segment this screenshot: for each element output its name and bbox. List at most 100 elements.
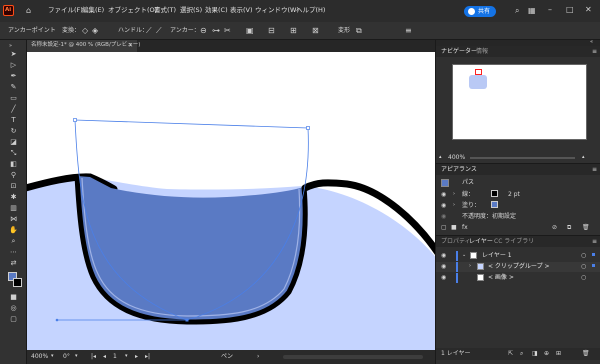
workspace-icon[interactable]: ▦ — [528, 7, 536, 15]
close-tab-icon[interactable]: ✕ — [128, 42, 133, 49]
handle-point[interactable] — [55, 318, 59, 322]
stroke-swatch[interactable] — [491, 190, 498, 197]
convert-smooth-icon[interactable]: ◈ — [92, 27, 98, 35]
clear-appearance-icon[interactable]: ⊘ — [552, 224, 557, 231]
duplicate-icon[interactable]: ⧉ — [567, 224, 571, 232]
menu-view[interactable]: 表示(V) — [230, 7, 253, 14]
eyedropper-tool-icon[interactable]: ⚲ — [9, 171, 18, 180]
export-icon[interactable]: ⇱ — [508, 350, 513, 357]
panel-menu-icon[interactable]: ≡ — [592, 166, 597, 173]
home-icon[interactable]: ⌂ — [26, 7, 31, 15]
zoom-out-icon[interactable]: ▴ — [439, 154, 442, 160]
zoom-level[interactable]: 400% — [31, 354, 48, 360]
transform-icon[interactable]: ⧉ — [356, 27, 362, 35]
zoom-in-icon[interactable]: ▴ — [582, 154, 585, 160]
scale-tool-icon[interactable]: ⤡ — [9, 149, 18, 158]
menu-window[interactable]: ウィンドウ(W) — [255, 7, 299, 14]
eye-icon[interactable]: ◉ — [441, 202, 446, 209]
menu-type[interactable]: 書式(T) — [154, 7, 176, 14]
isolate-icon[interactable]: ▣ — [246, 27, 254, 35]
align-icon[interactable]: ⊟ — [268, 27, 275, 35]
tab-navigator[interactable]: ナビゲーター — [441, 49, 477, 55]
appearance-title[interactable]: アピアランス — [441, 167, 477, 173]
navigator-view-box[interactable] — [475, 69, 482, 75]
page-number[interactable]: 1 — [113, 354, 117, 360]
first-page-icon[interactable]: |◂ — [91, 353, 96, 360]
new-layer-icon[interactable]: ⊞ — [556, 350, 561, 357]
tab-info[interactable]: 情報 — [476, 49, 488, 55]
distribute-icon[interactable]: ⊠ — [312, 27, 319, 35]
eye-icon[interactable]: ◉ — [441, 263, 446, 270]
document-tab[interactable]: 名称未設定-1* @ 400 % (RGB/プレビュー) ✕ — [27, 40, 140, 52]
menu-file[interactable]: ファイル(F) — [48, 7, 83, 14]
menu-object[interactable]: オブジェクト(O) — [108, 7, 157, 14]
rotate-tool-icon[interactable]: ↻ — [9, 127, 18, 136]
eye-icon[interactable]: ◉ — [441, 252, 446, 259]
new-sublayer-icon[interactable]: ⊕ — [544, 350, 549, 357]
draw-mode-icon[interactable]: ◎ — [9, 304, 18, 313]
gradient-tool-icon[interactable]: ◧ — [9, 160, 18, 169]
swap-colors-icon[interactable]: ⇄ — [9, 259, 18, 268]
remove-anchor-icon[interactable]: ⊖ — [200, 27, 207, 35]
chevron-down-icon[interactable]: ▾ — [75, 353, 78, 359]
artboard-tool-icon[interactable]: ⊡ — [9, 182, 18, 191]
hide-handles-icon[interactable]: ⟋ — [156, 27, 162, 35]
panel-menu-icon[interactable]: ≡ — [405, 27, 412, 35]
zoom-slider[interactable] — [470, 157, 575, 159]
anchor-point[interactable] — [306, 126, 310, 130]
tab-cc-libraries[interactable]: CC ライブラリ — [494, 239, 534, 245]
selection-tool-icon[interactable]: ➤ — [9, 50, 18, 59]
stroke-color-swatch[interactable] — [13, 278, 22, 287]
menu-effect[interactable]: 効果(C) — [205, 7, 228, 14]
trash-icon[interactable]: 🗑 — [582, 350, 590, 357]
trash-icon[interactable]: 🗑 — [582, 224, 590, 231]
line-tool-icon[interactable]: ╱ — [9, 105, 18, 114]
fill-add-icon[interactable]: ■ — [451, 224, 457, 231]
convert-corner-icon[interactable]: ◇ — [82, 27, 88, 35]
target-icon[interactable]: ○ — [581, 274, 586, 281]
anchor-point-selected[interactable] — [185, 318, 189, 322]
next-page-icon[interactable]: ▸ — [135, 353, 138, 360]
stroke-weight[interactable]: 2 pt — [508, 192, 520, 198]
collapse-icon[interactable]: » — [9, 42, 12, 50]
close-icon[interactable]: ✕ — [585, 6, 592, 14]
navigator-zoom[interactable]: 400% — [448, 155, 465, 161]
menu-select[interactable]: 選択(S) — [180, 7, 202, 14]
panel-menu-icon[interactable]: ≡ — [592, 48, 597, 55]
target-icon[interactable]: ○ — [581, 263, 586, 270]
horizontal-scrollbar[interactable] — [283, 355, 423, 359]
fx-icon[interactable]: fx — [462, 224, 468, 231]
canvas-area[interactable] — [27, 52, 435, 350]
zoom-tool-icon[interactable]: ⌕ — [9, 237, 18, 246]
transform-label[interactable]: 変形 — [338, 28, 350, 34]
eye-icon[interactable]: ◉ — [441, 274, 446, 281]
last-page-icon[interactable]: ▸| — [145, 353, 150, 360]
fill-swatch[interactable] — [491, 201, 498, 208]
width-tool-icon[interactable]: ⋈ — [9, 215, 18, 224]
opacity-value[interactable]: 初期設定 — [492, 214, 516, 220]
menu-help[interactable]: ヘルプ(H) — [296, 7, 325, 14]
rectangle-tool-icon[interactable]: ▭ — [9, 94, 18, 103]
prev-page-icon[interactable]: ◂ — [103, 353, 106, 360]
expand-arrow-icon[interactable]: › — [453, 202, 455, 208]
show-handles-icon[interactable]: ⟋ — [146, 27, 152, 35]
eraser-tool-icon[interactable]: ◪ — [9, 138, 18, 147]
color-mode-icon[interactable]: ■ — [9, 293, 18, 302]
chevron-right-icon[interactable]: › — [469, 263, 471, 269]
layer-row[interactable]: ◉ ⌄ レイヤー 1 ○ — [436, 251, 600, 261]
share-button[interactable]: 共有 — [464, 6, 496, 17]
type-tool-icon[interactable]: T — [9, 116, 18, 125]
target-icon[interactable]: ○ — [581, 252, 586, 259]
connect-anchor-icon[interactable]: ⊶ — [212, 27, 220, 35]
locate-object-icon[interactable]: ⌕ — [520, 350, 523, 358]
layer-row[interactable]: ◉ < 画像 > ○ — [436, 273, 600, 283]
chevron-down-icon[interactable]: ▾ — [51, 353, 54, 359]
edit-toolbar-icon[interactable]: ⋯ — [9, 248, 18, 257]
chevron-right-icon[interactable]: › — [257, 353, 259, 360]
tab-layers[interactable]: レイヤー — [469, 239, 493, 245]
maximize-icon[interactable]: □ — [566, 6, 574, 14]
chevron-down-icon[interactable]: ⌄ — [462, 252, 466, 258]
expand-arrow-icon[interactable]: › — [453, 191, 455, 197]
artboard[interactable] — [27, 52, 435, 350]
screen-mode-icon[interactable]: ▢ — [9, 315, 18, 324]
